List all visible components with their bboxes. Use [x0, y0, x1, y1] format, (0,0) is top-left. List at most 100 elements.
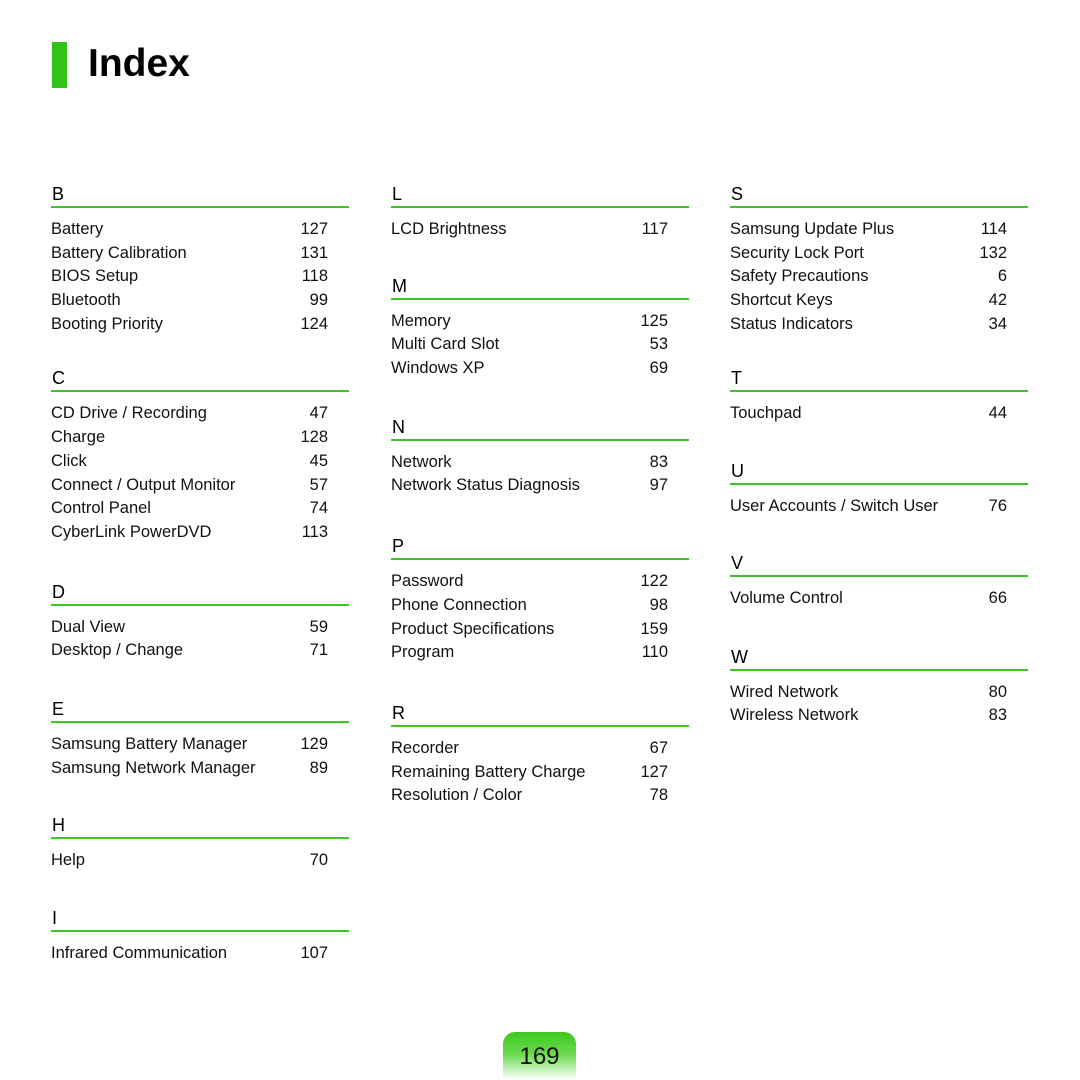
index-entry[interactable]: Phone Connection 98 [391, 594, 689, 618]
section-divider [730, 206, 1028, 208]
index-entry[interactable]: Battery Calibration 131 [51, 242, 349, 266]
entry-term: Battery [51, 220, 104, 238]
entry-term: Desktop / Change [51, 641, 184, 660]
section-divider [391, 206, 689, 208]
index-section-e: E Samsung Battery Manager 129 Samsung Netwo… [51, 699, 349, 780]
index-entry[interactable]: Wired Network 80 [730, 681, 1028, 705]
index-entry[interactable]: Windows XP 69 [391, 357, 689, 381]
section-divider [730, 390, 1028, 393]
index-entry[interactable]: Desktop / Change 71 [51, 639, 349, 663]
entry-page-number: 107 [300, 944, 328, 962]
section-divider [51, 206, 349, 208]
entry-term: Phone Connection [391, 595, 527, 614]
section-letter: V [731, 552, 744, 573]
page-title: Index [88, 42, 190, 85]
entry-page-number: 98 [649, 595, 668, 614]
index-entry[interactable]: Click 45 [51, 450, 349, 474]
index-section-i: I Infrared Communication 107 [51, 908, 349, 966]
index-entry[interactable]: Password 122 [391, 570, 689, 594]
index-entry[interactable]: BIOS Setup 118 [51, 265, 349, 289]
index-entry[interactable]: User Accounts / Switch User 76 [730, 495, 1028, 519]
index-section-w: W Wired Network 80 Wireless Network 83 [730, 647, 1028, 728]
index-entry[interactable]: Security Lock Port 132 [730, 242, 1028, 266]
index-entry[interactable]: Volume Control 66 [730, 587, 1028, 611]
index-entry[interactable]: Memory 125 [391, 310, 689, 334]
entry-term: Password [391, 572, 464, 591]
title-accent-bar [52, 42, 67, 88]
index-entry[interactable]: Control Panel 74 [51, 497, 349, 521]
index-entry[interactable]: Network 83 [391, 451, 689, 475]
section-letter: H [52, 815, 65, 836]
index-entry[interactable]: Multi Card Slot 53 [391, 333, 689, 357]
index-entry[interactable]: Remaining Battery Charge 127 [391, 761, 689, 785]
entry-term: Shortcut Keys [730, 291, 833, 310]
index-entry[interactable]: Samsung Network Manager 89 [51, 757, 349, 781]
index-section-u: U User Accounts / Switch User 76 [730, 461, 1028, 519]
index-section-v: V Volume Control 66 [730, 553, 1028, 611]
index-entry[interactable]: Help 70 [51, 849, 349, 873]
section-letter: M [392, 275, 407, 296]
entry-page-number: 47 [309, 404, 328, 423]
section-letter: B [52, 184, 65, 204]
index-entry[interactable]: Resolution / Color 78 [391, 784, 689, 808]
index-entry[interactable]: Recorder 67 [391, 737, 689, 761]
entry-page-number: 97 [649, 476, 668, 495]
section-divider [51, 837, 349, 840]
entry-term: Infrared Communication [51, 944, 228, 962]
index-column-1: B Battery 127 Battery Calibration 131 BIOS Se… [51, 150, 349, 966]
index-entry[interactable]: Samsung Update Plus 114 [730, 218, 1028, 242]
section-letter: R [392, 702, 405, 723]
index-entry[interactable]: Booting Priority 124 [51, 313, 349, 337]
index-entry[interactable]: Infrared Communication 107 [51, 942, 349, 966]
entry-page-number: 125 [640, 311, 668, 330]
index-section-s: S Samsung Update Plus 114 Security Lock Por… [730, 184, 1028, 336]
entry-term: CyberLink PowerDVD [51, 522, 212, 541]
index-entry[interactable]: Status Indicators 34 [730, 313, 1028, 337]
section-divider [391, 438, 689, 441]
entry-page-number: 118 [301, 267, 328, 286]
index-section-h: H Help 70 [51, 815, 349, 873]
index-entry[interactable]: Charge 128 [51, 426, 349, 450]
index-entry[interactable]: Touchpad 44 [730, 402, 1028, 426]
entry-term: LCD Brightness [391, 220, 507, 238]
section-divider [51, 603, 349, 606]
entry-page-number: 44 [988, 404, 1007, 423]
index-entry[interactable]: Samsung Battery Manager 129 [51, 733, 349, 757]
index-entry[interactable]: Network Status Diagnosis 97 [391, 474, 689, 498]
index-entry[interactable]: Product Specifications 159 [391, 618, 689, 642]
entry-page-number: 127 [300, 220, 328, 238]
section-letter: E [52, 698, 65, 719]
index-entry[interactable]: Shortcut Keys 42 [730, 289, 1028, 313]
index-entry[interactable]: CD Drive / Recording 47 [51, 402, 349, 426]
index-entry[interactable]: Connect / Output Monitor 57 [51, 474, 349, 498]
entry-page-number: 114 [980, 220, 1007, 238]
section-divider [730, 668, 1028, 671]
index-entry[interactable]: LCD Brightness 117 [391, 218, 689, 242]
section-divider [51, 720, 349, 723]
index-entry[interactable]: Battery 127 [51, 218, 349, 242]
section-letter: L [392, 184, 403, 204]
index-entry[interactable]: Safety Precautions 6 [730, 265, 1028, 289]
section-divider [51, 930, 349, 932]
entry-term: Battery Calibration [51, 243, 187, 262]
entry-term: Touchpad [730, 404, 802, 423]
entry-page-number: 128 [300, 428, 328, 447]
index-section-m: M Memory 125 Multi Card Slot 53 Windows XP 69 [391, 276, 689, 381]
entry-page-number: 71 [309, 641, 328, 660]
section-letter: I [52, 908, 58, 928]
entry-term: Bluetooth [51, 291, 121, 310]
entry-page-number: 124 [300, 314, 328, 333]
index-entry[interactable]: Program 110 [391, 641, 689, 665]
entry-term: CD Drive / Recording [51, 404, 207, 423]
index-entry[interactable]: CyberLink PowerDVD 113 [51, 521, 349, 545]
entry-term: Status Indicators [730, 314, 853, 333]
index-entry[interactable]: Dual View 59 [51, 616, 349, 640]
entry-page-number: 57 [309, 475, 328, 494]
entry-page-number: 83 [988, 706, 1007, 725]
index-entry[interactable]: Bluetooth 99 [51, 289, 349, 313]
section-divider [51, 390, 349, 393]
index-entry[interactable]: Wireless Network 83 [730, 704, 1028, 728]
entry-page-number: 159 [640, 619, 668, 638]
entry-term: Wireless Network [730, 706, 859, 725]
entry-term: Multi Card Slot [391, 335, 500, 354]
